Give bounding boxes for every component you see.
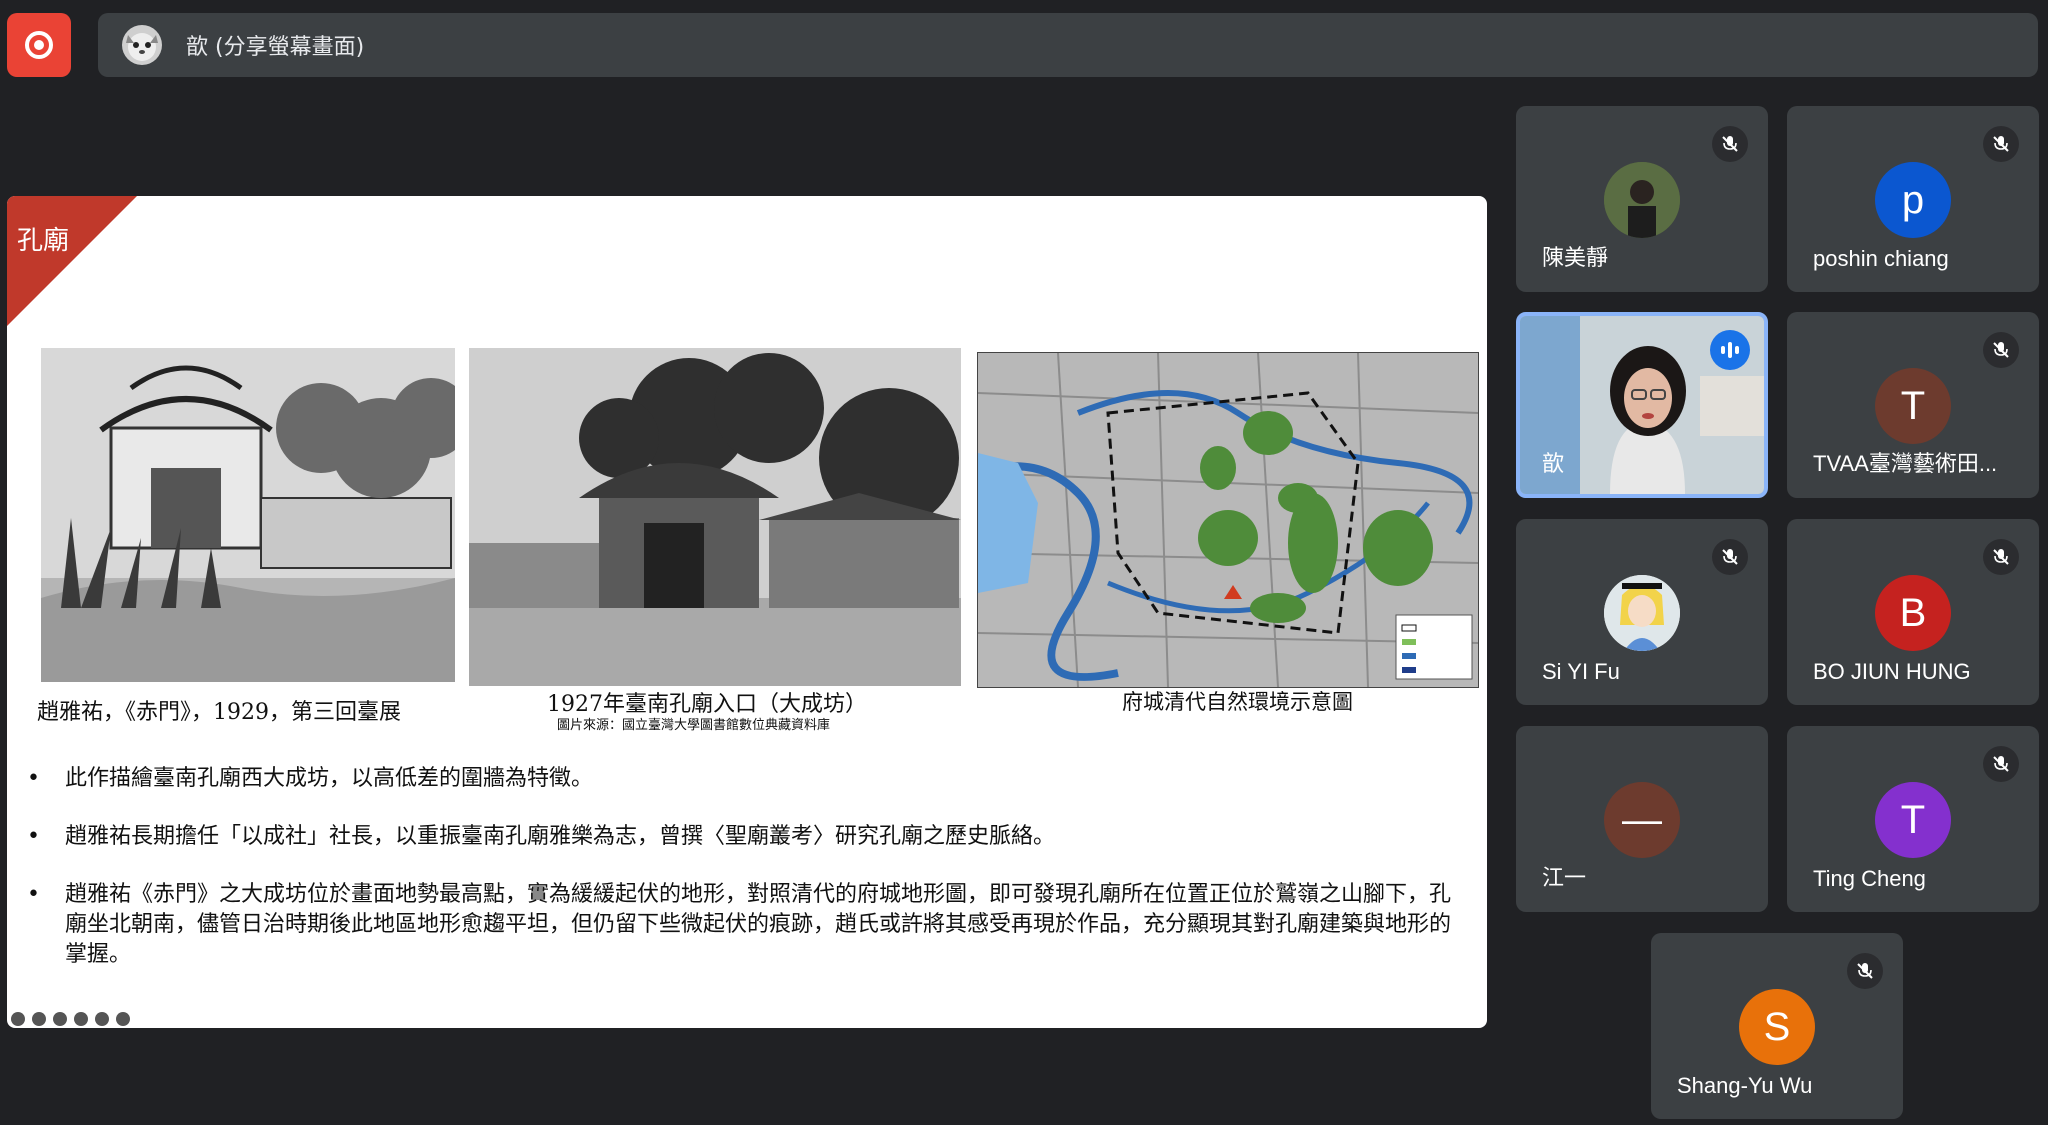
participant-name: poshin chiang [1813,246,1949,271]
temple-photo [469,348,961,686]
next-slide-icon[interactable] [116,1012,130,1026]
bullet-item: • 此作描繪臺南孔廟西大成坊，以高低差的圍牆為特徵。 [27,766,594,791]
speaking-indicator-icon [1710,330,1750,370]
slide-bullets: • 此作描繪臺南孔廟西大成坊，以高低差的圍牆為特徵。 • 趙雅祐長期擔任「以成社」社… [21,764,1461,998]
map-image [977,352,1479,688]
pen-icon[interactable] [32,1012,46,1026]
mic-off-icon [1847,953,1883,989]
participant-tile[interactable]: T TVAA臺灣藝術田... [1787,312,2039,498]
mic-off-icon [1712,126,1748,162]
avatar: — [1604,782,1680,858]
avatar: p [1875,162,1951,238]
avatar [1604,162,1680,238]
participant-name: BO JIUN HUNG [1813,659,1971,684]
presenter-title: 歆 (分享螢幕畫面) [186,35,365,60]
presenter-bar[interactable]: 歆 (分享螢幕畫面) [98,13,2038,77]
record-icon [25,31,53,59]
avatar [1604,575,1680,651]
participant-tile[interactable]: 陳美靜 [1516,106,1768,292]
participant-name: Ting Cheng [1813,866,1926,891]
participant-tile[interactable]: B BO JIUN HUNG [1787,519,2039,705]
mic-off-icon [1983,539,2019,575]
participant-tile[interactable]: p poshin chiang [1787,106,2039,292]
participant-name: 陳美靜 [1542,245,1609,270]
caption-photo-source: 圖片來源：國立臺灣大學圖書館數位典藏資料庫 [557,718,831,733]
participant-name: Si YI Fu [1542,659,1620,684]
participant-name: 歆 [1542,451,1565,476]
bullet-item: • 趙雅祐長期擔任「以成社」社長，以重振臺南孔廟雅樂為志，曾撰〈聖廟叢考〉研究孔廟… [27,824,1056,849]
shared-slide: 孔廟 趙雅祐，《赤門》，1929，第三回臺展 1927年臺南孔廟入口（大成坊） … [7,196,1487,1028]
camera-off-icon[interactable] [74,1012,88,1026]
mic-off-icon [1983,126,2019,162]
participant-tile[interactable]: S Shang-Yu Wu [1651,933,1903,1119]
prev-slide-icon[interactable] [11,1012,25,1026]
caption-map: 府城清代自然環境示意圖 [1122,690,1353,714]
mic-off-icon [1983,332,2019,368]
section-label: 孔廟 [17,226,70,256]
participant-tile-active[interactable]: 歆 [1516,312,1768,498]
record-button[interactable] [7,13,71,77]
participant-tile[interactable]: T Ting Cheng [1787,726,2039,912]
caption-painting: 趙雅祐，《赤門》，1929，第三回臺展 [37,700,401,725]
mic-off-icon [1983,746,2019,782]
avatar: T [1875,368,1951,444]
captions-icon[interactable] [53,1012,67,1026]
participant-tile[interactable]: — 江一 [1516,726,1768,912]
slide-controls[interactable] [11,1012,130,1026]
participant-name: 江一 [1542,865,1587,890]
avatar: S [1739,989,1815,1065]
presenter-avatar [122,25,162,65]
section-corner [7,196,137,326]
bullet-item: • 趙雅祐《赤門》之大成坊位於畫面地勢最高點，實為緩緩起伏的地形，對照清代的府城地… [27,882,1452,967]
avatar: B [1875,575,1951,651]
more-icon[interactable] [95,1012,109,1026]
participant-name: TVAA臺灣藝術田... [1813,451,1998,476]
participant-name: Shang-Yu Wu [1677,1073,1813,1098]
avatar: T [1875,782,1951,858]
mic-off-icon [1712,539,1748,575]
participant-tile[interactable]: Si YI Fu [1516,519,1768,705]
painting-image [41,348,455,682]
